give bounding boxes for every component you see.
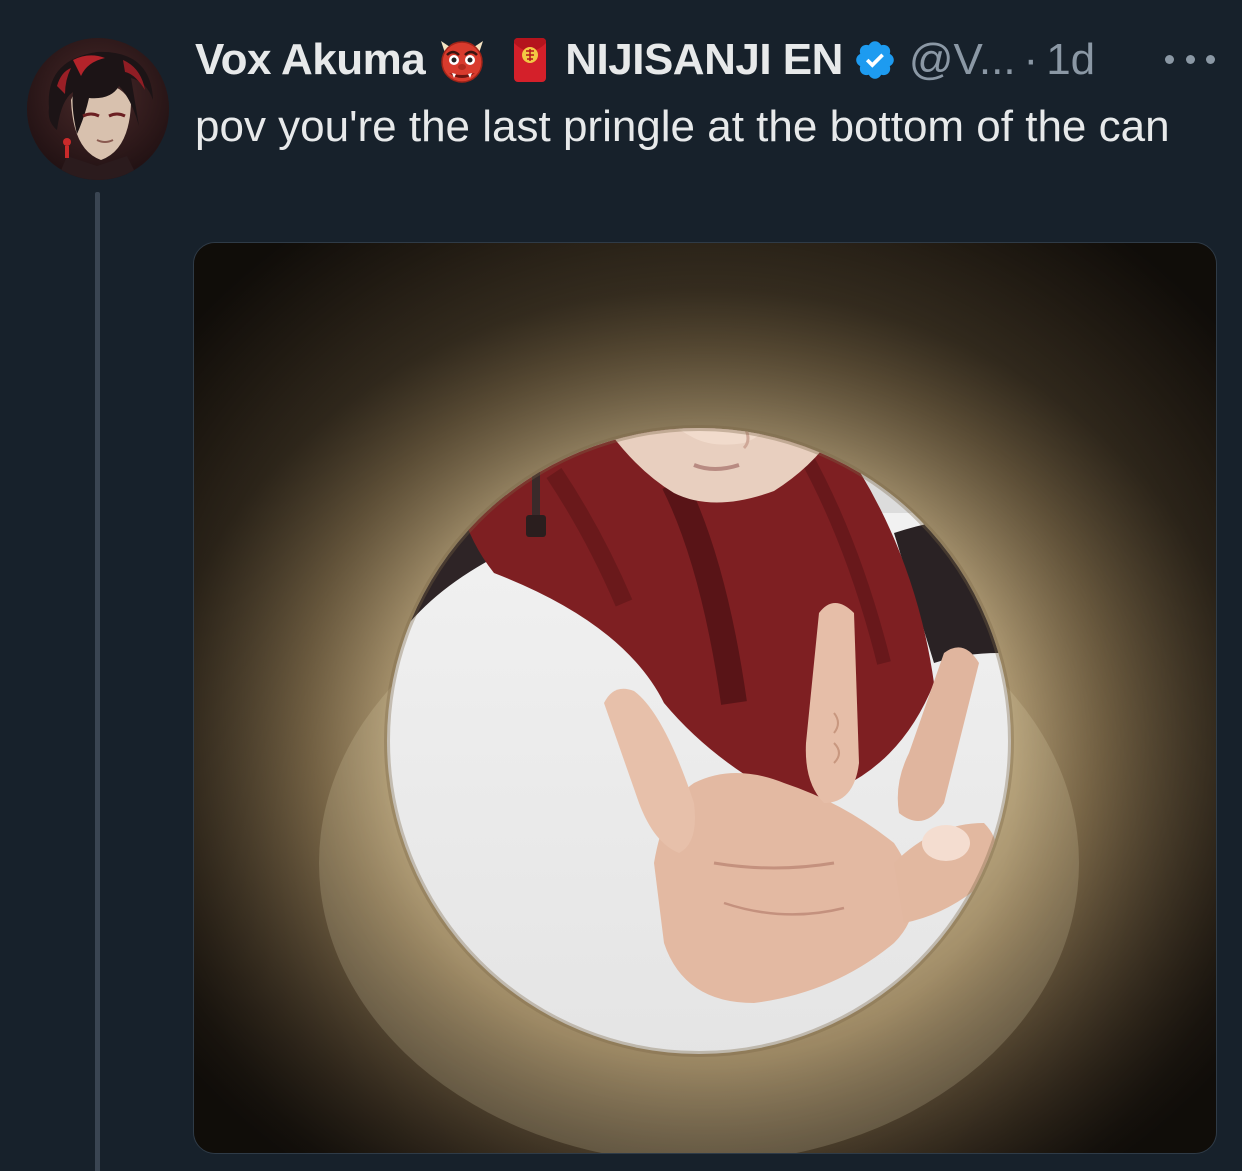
separator-dot: · [1023, 35, 1039, 84]
red-envelope-emoji-icon [505, 35, 555, 85]
more-dot-1 [1165, 54, 1174, 64]
more-dot-2 [1185, 54, 1195, 64]
verified-badge-icon [853, 38, 897, 82]
tweet-media-image[interactable] [193, 242, 1217, 1154]
handle[interactable]: @V... [909, 35, 1016, 85]
org-name: NIJISANJI EN [565, 35, 843, 84]
tweet-header: Vox Akuma NIJISANJI EN @V... · 1d [195, 30, 1095, 90]
ogre-emoji-icon [437, 35, 487, 85]
more-dot-3 [1206, 54, 1215, 64]
timestamp[interactable]: 1d [1046, 35, 1095, 85]
display-name[interactable]: Vox Akuma [195, 35, 426, 85]
more-options-icon[interactable] [1165, 44, 1215, 74]
avatar[interactable] [27, 38, 169, 180]
thread-line [95, 192, 100, 1171]
tweet[interactable]: Vox Akuma NIJISANJI EN @V... · 1d pov yo… [0, 0, 1242, 1171]
tweet-text: pov you're the last pringle at the botto… [195, 102, 1170, 151]
